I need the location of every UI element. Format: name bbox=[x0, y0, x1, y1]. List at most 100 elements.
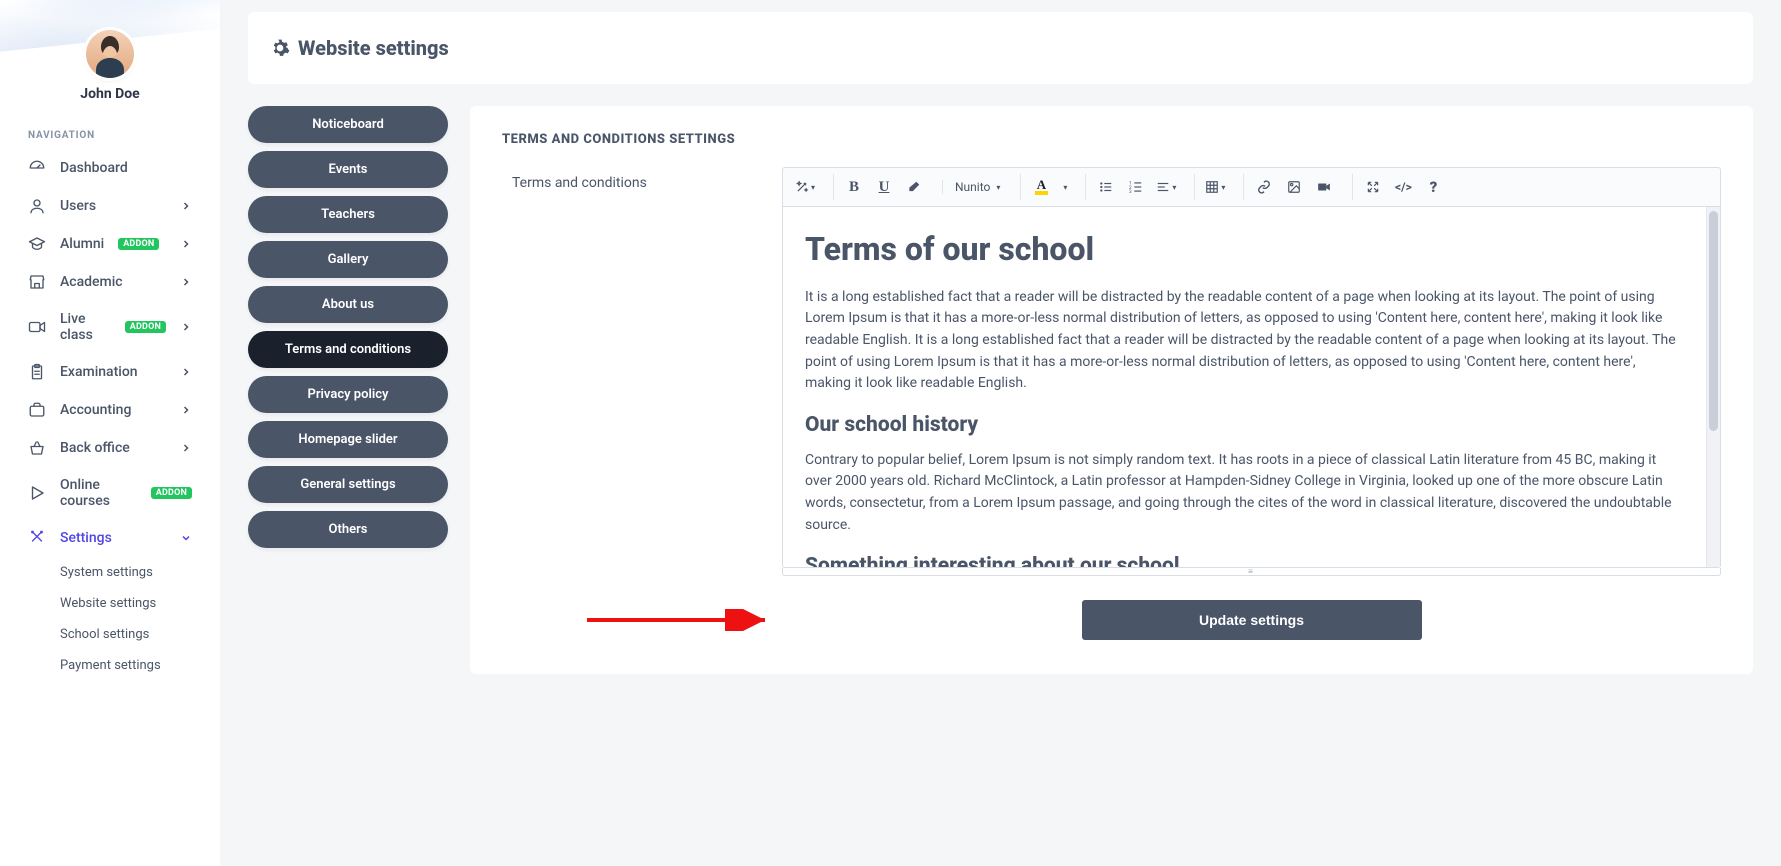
tab-others[interactable]: Others bbox=[248, 511, 448, 548]
help-icon[interactable]: ? bbox=[1419, 174, 1447, 200]
video-icon bbox=[28, 318, 46, 336]
briefcase-icon bbox=[28, 401, 46, 419]
settings-subnav: System settingsWebsite settingsSchool se… bbox=[0, 557, 220, 681]
tab-gallery[interactable]: Gallery bbox=[248, 241, 448, 278]
settings-panel: Terms and conditions settings Terms and … bbox=[470, 106, 1753, 674]
ordered-list-icon[interactable]: 123 bbox=[1122, 174, 1150, 200]
nav-item-online-courses[interactable]: Online courses addon bbox=[0, 467, 220, 519]
editor-content[interactable]: Terms of our school It is a long establi… bbox=[783, 207, 1706, 567]
chevron-right-icon bbox=[180, 238, 192, 250]
chevron-right-icon bbox=[180, 200, 192, 212]
tab-teachers[interactable]: Teachers bbox=[248, 196, 448, 233]
tab-homepage-slider[interactable]: Homepage slider bbox=[248, 421, 448, 458]
content-h2b: Something interesting about our school bbox=[805, 550, 1684, 567]
gauge-icon bbox=[28, 159, 46, 177]
chevron-right-icon bbox=[180, 442, 192, 454]
tab-about-us[interactable]: About us bbox=[248, 286, 448, 323]
table-icon[interactable]: ▾ bbox=[1201, 174, 1229, 200]
panel-title: Terms and conditions settings bbox=[502, 132, 1721, 147]
chevron-right-icon bbox=[180, 276, 192, 288]
font-family-select[interactable]: Nunito▾ bbox=[949, 180, 1006, 194]
nav-label: Users bbox=[60, 198, 96, 214]
nav-item-academic[interactable]: Academic bbox=[0, 263, 220, 301]
code-view-icon[interactable]: </> bbox=[1389, 174, 1417, 200]
subnav-item-payment-settings[interactable]: Payment settings bbox=[0, 650, 220, 681]
editor-toolbar: ▾ B U Nunito▾ A bbox=[782, 167, 1721, 206]
content-p1: It is a long established fact that a rea… bbox=[805, 287, 1684, 395]
sidebar-header: John Doe bbox=[0, 0, 220, 110]
graduation-icon bbox=[28, 235, 46, 253]
basket-icon bbox=[28, 439, 46, 457]
nav-label: Live class bbox=[60, 311, 111, 343]
bold-icon[interactable]: B bbox=[840, 174, 868, 200]
nav-item-accounting[interactable]: Accounting bbox=[0, 391, 220, 429]
nav-label: Accounting bbox=[60, 402, 131, 418]
image-icon[interactable] bbox=[1280, 174, 1308, 200]
rich-text-editor: ▾ B U Nunito▾ A bbox=[782, 167, 1721, 640]
page-header-card: Website settings bbox=[248, 12, 1753, 84]
chevron-right-icon bbox=[180, 404, 192, 416]
chevron-right-icon bbox=[180, 321, 192, 333]
chevron-right-icon bbox=[180, 366, 192, 378]
tab-noticeboard[interactable]: Noticeboard bbox=[248, 106, 448, 143]
svg-text:3: 3 bbox=[1129, 189, 1132, 194]
nav-item-live-class[interactable]: Live class addon bbox=[0, 301, 220, 353]
font-color-caret[interactable]: ▾ bbox=[1057, 174, 1071, 200]
user-name: John Doe bbox=[80, 86, 139, 102]
nav-label: Back office bbox=[60, 440, 130, 456]
section-tabs: Noticeboard Events Teachers Gallery About us… bbox=[248, 106, 448, 548]
subnav-item-school-settings[interactable]: School settings bbox=[0, 619, 220, 650]
nav-label: Academic bbox=[60, 274, 123, 290]
content-h2a: Our school history bbox=[805, 409, 1684, 442]
clipboard-icon bbox=[28, 363, 46, 381]
user-icon bbox=[28, 197, 46, 215]
nav-heading: Navigation bbox=[0, 110, 220, 149]
nav-label: Alumni bbox=[60, 236, 104, 252]
underline-icon[interactable]: U bbox=[870, 174, 898, 200]
nav-label: Settings bbox=[60, 530, 112, 546]
editor-resize-handle[interactable]: ≡ bbox=[782, 568, 1721, 576]
tab-general-settings[interactable]: General settings bbox=[248, 466, 448, 503]
nav-label: Online courses bbox=[60, 477, 137, 509]
nav-item-settings[interactable]: Settings bbox=[0, 519, 220, 557]
nav-item-back-office[interactable]: Back office bbox=[0, 429, 220, 467]
main: Website settings Noticeboard Events Teache… bbox=[220, 0, 1781, 866]
nav-item-dashboard[interactable]: Dashboard bbox=[0, 149, 220, 187]
font-name-label: Nunito bbox=[955, 180, 990, 194]
sidebar: John Doe Navigation Dashboard Users Alum… bbox=[0, 0, 220, 866]
unordered-list-icon[interactable] bbox=[1092, 174, 1120, 200]
tab-terms-and-conditions[interactable]: Terms and conditions bbox=[248, 331, 448, 368]
video-icon[interactable] bbox=[1310, 174, 1338, 200]
fullscreen-icon[interactable] bbox=[1359, 174, 1387, 200]
play-icon bbox=[28, 484, 46, 502]
addon-badge: addon bbox=[125, 321, 166, 333]
content-h1: Terms of our school bbox=[805, 225, 1684, 275]
page-title: Website settings bbox=[298, 36, 449, 60]
nav-label: Examination bbox=[60, 364, 138, 380]
nav-item-users[interactable]: Users bbox=[0, 187, 220, 225]
tab-events[interactable]: Events bbox=[248, 151, 448, 188]
addon-badge: addon bbox=[118, 238, 159, 250]
annotation-arrow bbox=[587, 609, 777, 631]
subnav-item-system-settings[interactable]: System settings bbox=[0, 557, 220, 588]
font-color-icon[interactable]: A bbox=[1027, 174, 1055, 200]
chevron-down-icon bbox=[180, 532, 192, 544]
nav-label: Dashboard bbox=[60, 160, 128, 176]
avatar[interactable] bbox=[86, 30, 134, 78]
sliders-icon bbox=[28, 529, 46, 547]
subnav-item-website-settings[interactable]: Website settings bbox=[0, 588, 220, 619]
field-label: Terms and conditions bbox=[502, 167, 762, 191]
gear-icon bbox=[270, 38, 290, 58]
link-icon[interactable] bbox=[1250, 174, 1278, 200]
store-icon bbox=[28, 273, 46, 291]
nav-item-alumni[interactable]: Alumni addon bbox=[0, 225, 220, 263]
nav-item-examination[interactable]: Examination bbox=[0, 353, 220, 391]
paragraph-align-icon[interactable]: ▾ bbox=[1152, 174, 1180, 200]
update-settings-button[interactable]: Update settings bbox=[1082, 600, 1422, 640]
addon-badge: addon bbox=[151, 487, 192, 499]
magic-wand-icon[interactable]: ▾ bbox=[791, 174, 819, 200]
tab-privacy-policy[interactable]: Privacy policy bbox=[248, 376, 448, 413]
nav-list: Dashboard Users Alumni addon Academic Li… bbox=[0, 149, 220, 557]
eraser-icon[interactable] bbox=[900, 174, 928, 200]
editor-scrollbar[interactable] bbox=[1706, 207, 1720, 567]
